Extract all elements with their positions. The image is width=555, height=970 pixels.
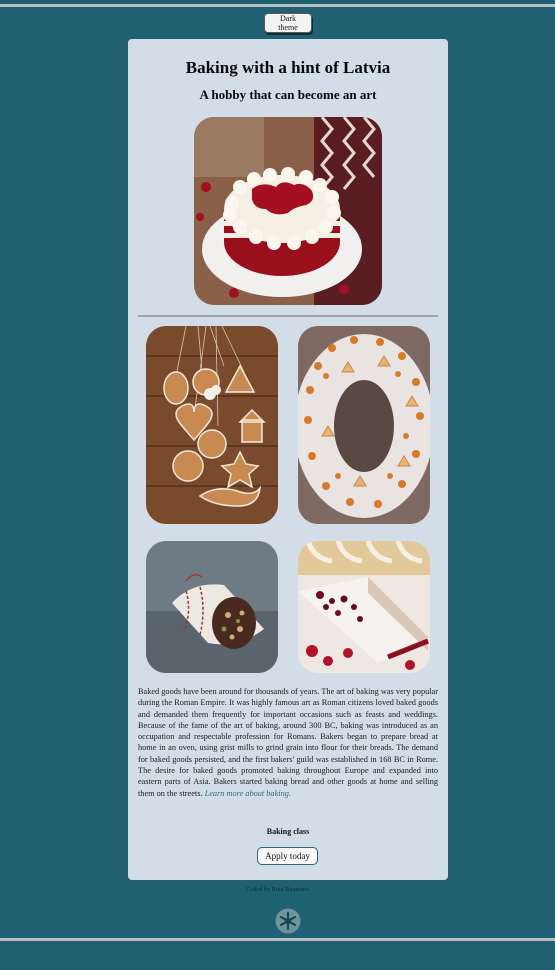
gallery-image-cream-cake — [298, 541, 430, 673]
gallery-image-chocolate-roll — [146, 541, 278, 673]
article-body: Baked goods have been around for thousan… — [138, 687, 438, 798]
snowflake-icon — [275, 908, 301, 934]
page-subtitle: A hobby that can become an art — [199, 87, 377, 102]
hero-cake-image — [194, 117, 382, 305]
main-card: Baking with a hint of Latvia A hobby tha… — [128, 39, 448, 880]
page-title: Baking with a hint of Latvia — [185, 58, 391, 77]
dark-theme-button[interactable]: Dark theme — [264, 13, 312, 33]
apply-today-button[interactable]: Apply today — [257, 847, 318, 865]
article-text: Baked goods have been around for thousan… — [138, 686, 438, 799]
footer-credit: Coded by Ruta Baumane — [245, 886, 310, 893]
learn-more-link[interactable]: Learn more about baking. — [205, 789, 291, 798]
baking-class-heading: Baking class — [266, 827, 310, 836]
gallery-image-gingerbread — [146, 326, 278, 524]
divider — [138, 315, 438, 317]
top-border — [0, 4, 555, 7]
gallery-image-meringue-wreath — [298, 326, 430, 524]
bottom-border — [0, 938, 555, 941]
